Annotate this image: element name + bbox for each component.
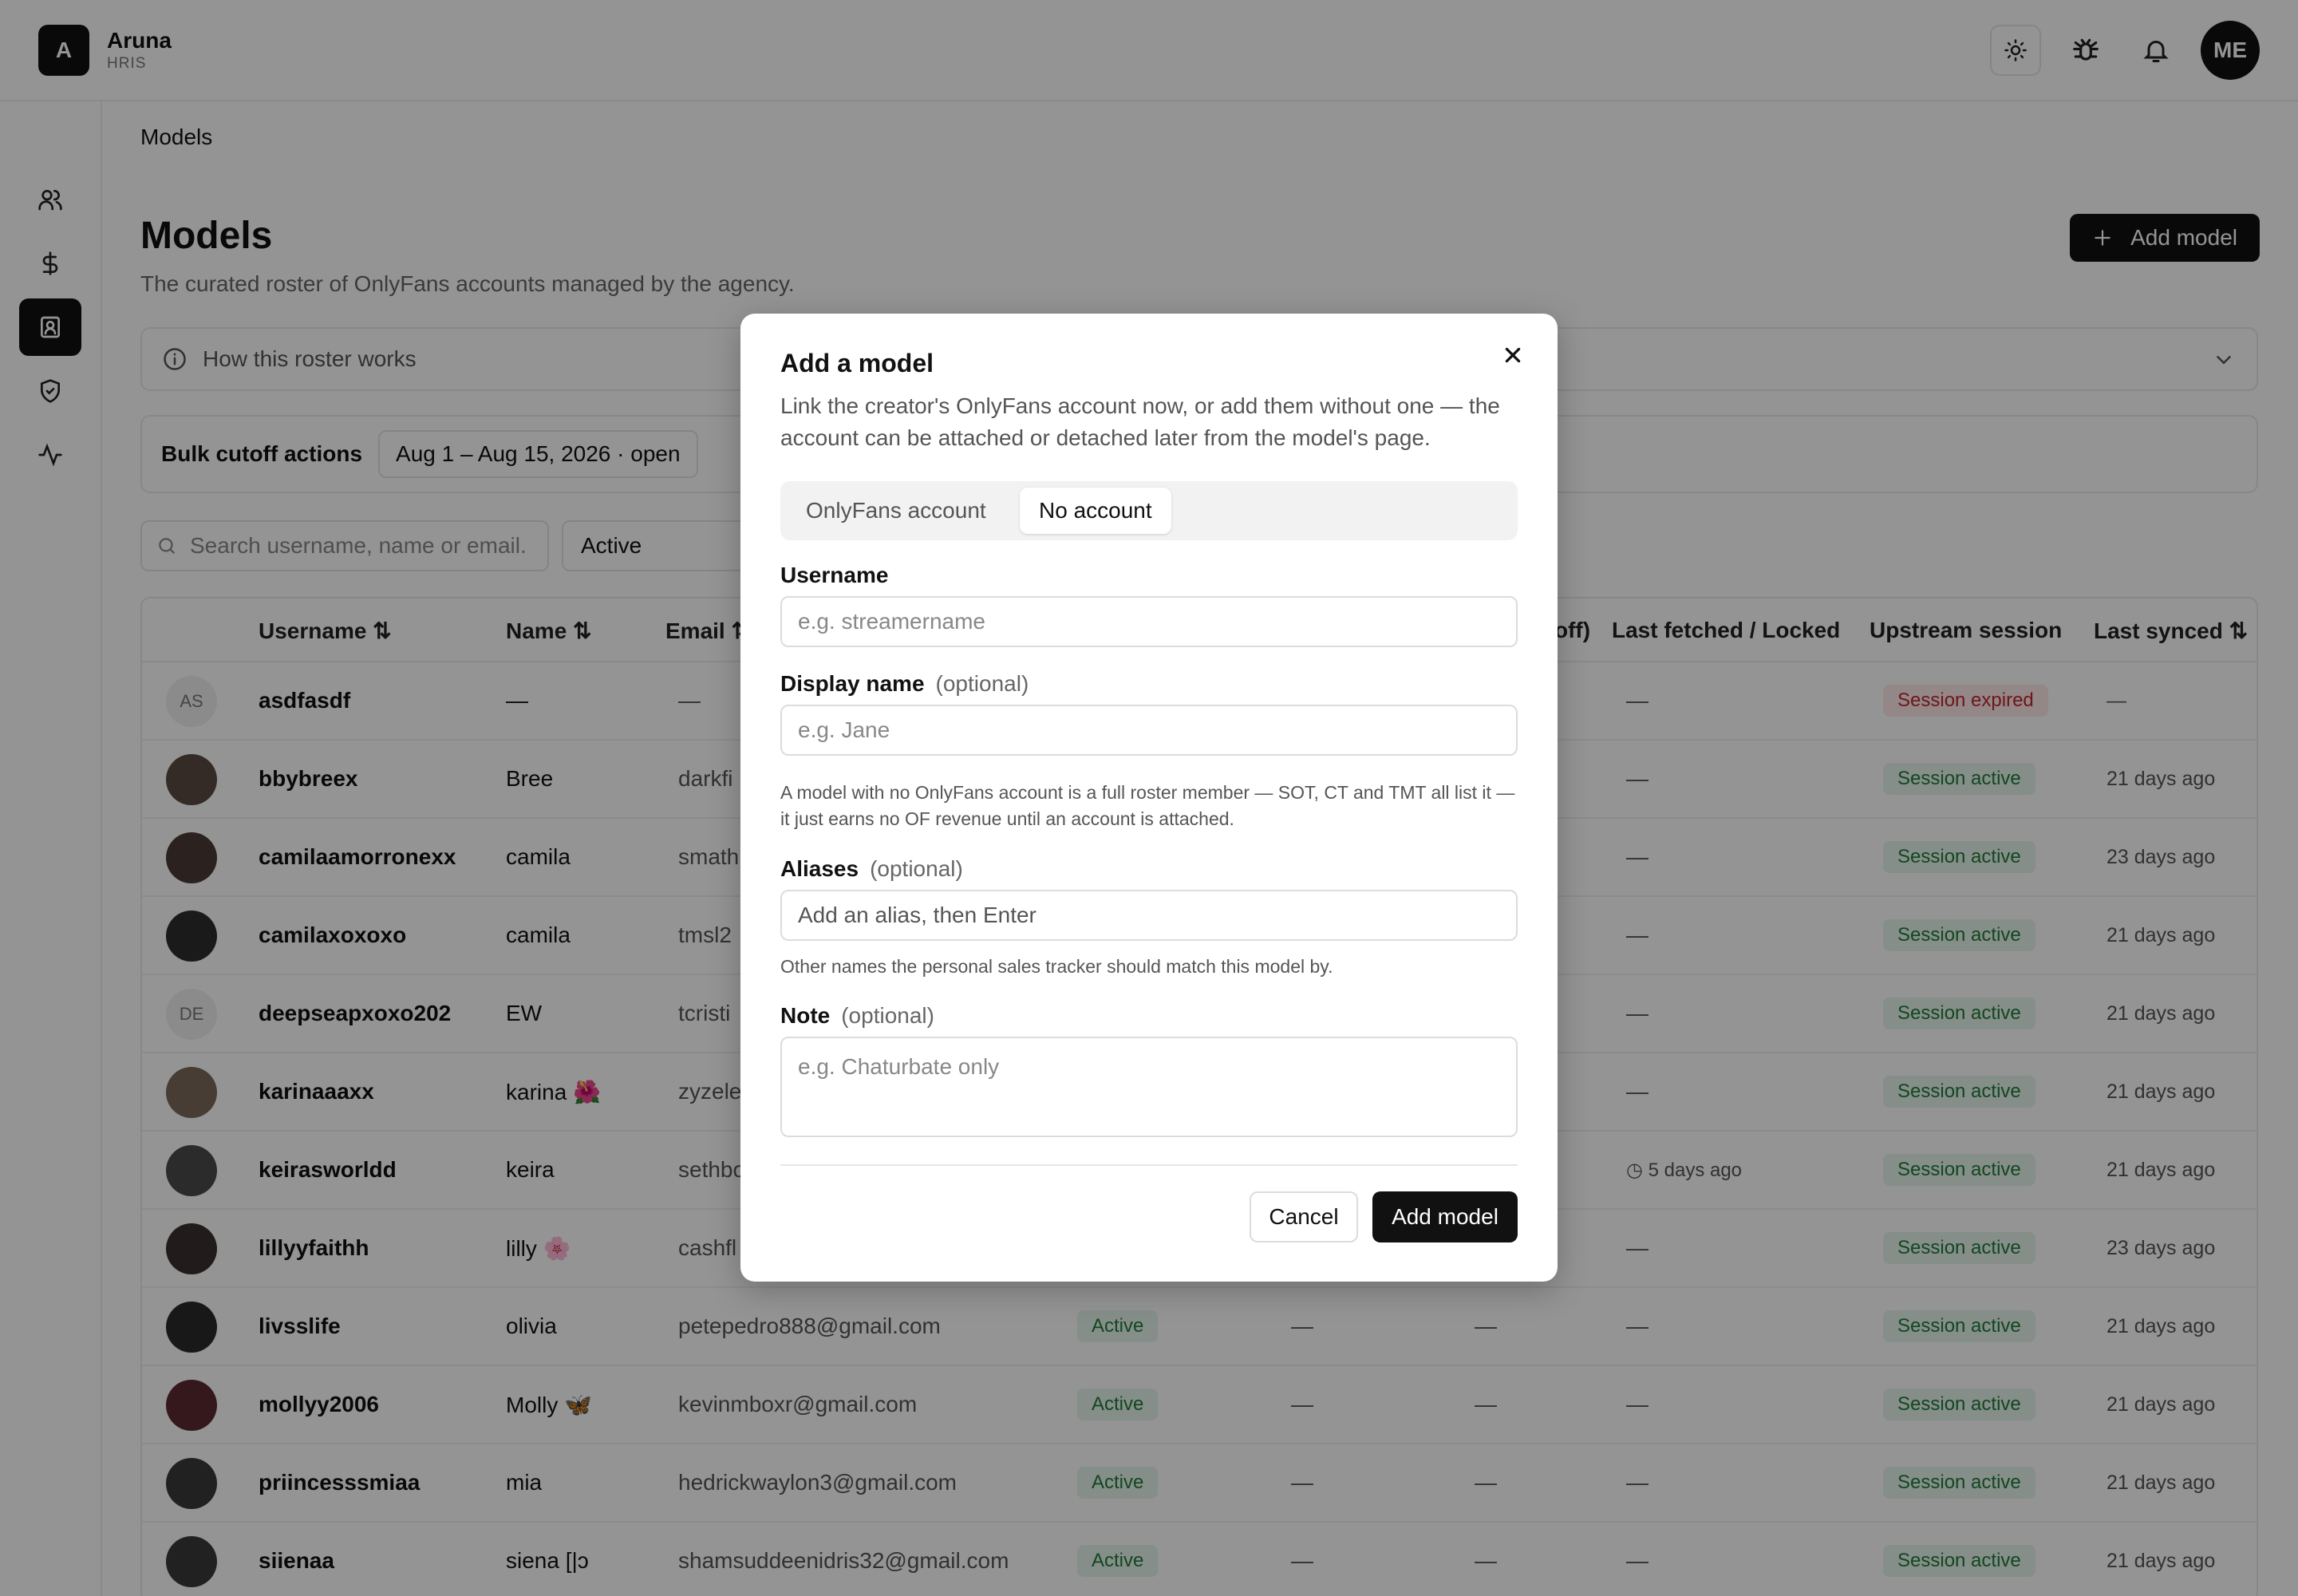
optional-hint: (optional) [841,1003,934,1028]
close-icon [1505,347,1521,363]
submit-add-model-button[interactable]: Add model [1372,1191,1518,1242]
note-placeholder: e.g. Chaturbate only [798,1054,1000,1079]
aliases-input[interactable]: Add an alias, then Enter [780,890,1518,941]
display-name-field[interactable]: e.g. Jane [780,705,1518,756]
note-label: Note (optional) [780,1003,934,1028]
tab-onlyfans-account[interactable]: OnlyFans account [787,488,1005,534]
dialog-title: Add a model [780,349,934,377]
cancel-button[interactable]: Cancel [1250,1191,1358,1242]
aliases-help: Other names the personal sales tracker s… [780,956,1333,977]
username-field[interactable]: e.g. streamername [780,596,1518,647]
account-mode-toggle: OnlyFans account No account [780,481,1518,540]
no-account-note: A model with no OnlyFans account is a fu… [780,782,1515,829]
add-model-dialog: Add a model Link the creator's OnlyFans … [740,314,1558,1282]
dialog-description: Link the creator's OnlyFans account now,… [780,393,1500,450]
tab-no-account[interactable]: No account [1020,488,1171,534]
display-name-placeholder: e.g. Jane [798,717,890,742]
divider [780,1164,1518,1166]
username-label: Username [780,563,889,587]
aliases-placeholder: Add an alias, then Enter [798,903,1036,927]
close-button[interactable] [1495,338,1530,373]
optional-hint: (optional) [870,856,963,881]
optional-hint: (optional) [935,671,1029,696]
username-placeholder: e.g. streamername [798,609,985,634]
display-name-label: Display name (optional) [780,671,1029,696]
note-textarea[interactable]: e.g. Chaturbate only [780,1037,1518,1137]
aliases-label: Aliases (optional) [780,856,963,881]
